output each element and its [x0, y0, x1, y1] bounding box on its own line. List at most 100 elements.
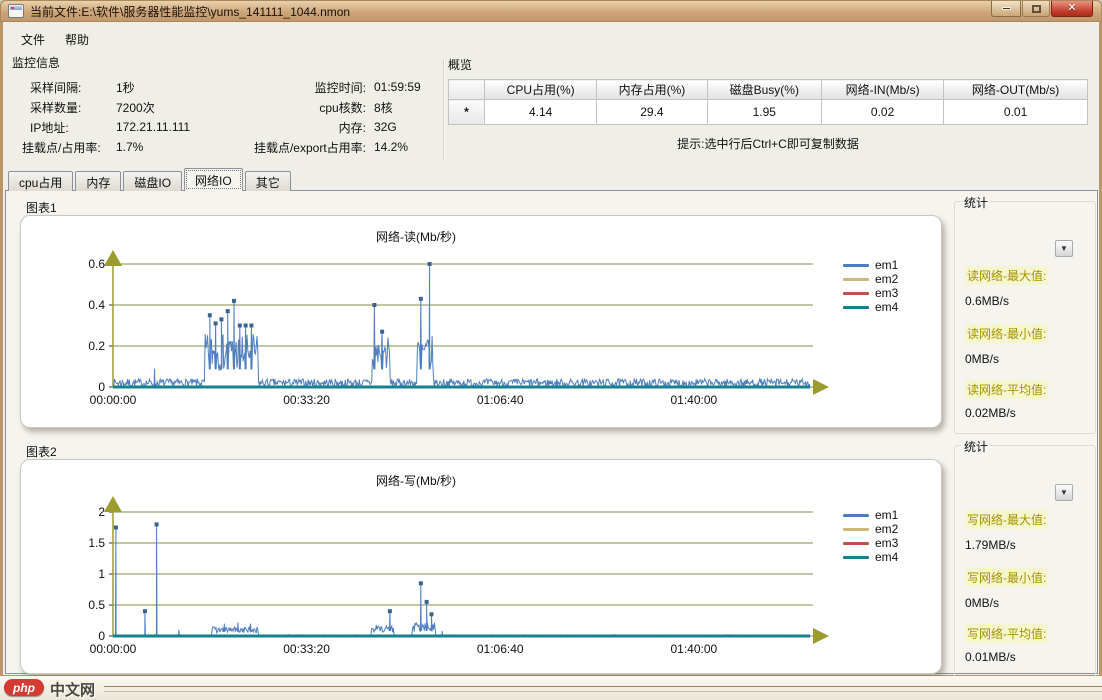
stats1-dropdown-button[interactable]: ▼: [1055, 240, 1073, 257]
tab-network-io[interactable]: 网络IO: [184, 168, 243, 191]
legend-line-em2-icon: [843, 278, 869, 281]
column-header[interactable]: CPU占用(%): [485, 80, 597, 100]
minimize-button[interactable]: [991, 1, 1021, 17]
svg-text:1.5: 1.5: [88, 536, 105, 550]
field-label: 监控时间:: [234, 79, 366, 96]
tab-disk-io[interactable]: 磁盘IO: [123, 171, 182, 191]
tab-cpu[interactable]: cpu占用: [8, 171, 73, 191]
legend-line-em1-icon: [843, 514, 869, 517]
svg-text:01:06:40: 01:06:40: [477, 393, 524, 407]
overview-title: 概览: [448, 56, 1094, 73]
column-header[interactable]: 网络-OUT(Mb/s): [944, 80, 1088, 100]
svg-text:01:40:00: 01:40:00: [670, 642, 717, 656]
row-marker: *: [449, 100, 485, 125]
corner-header-cell: [449, 80, 485, 100]
overview-data-row[interactable]: * 4.14 29.4 1.95 0.02 0.01: [449, 100, 1088, 125]
info-row: 采样间隔: 1秒 监控时间: 01:59:59: [12, 77, 444, 97]
stat-value: 0MB/s: [965, 596, 999, 610]
stat-label: 写网络-最小值:: [965, 568, 1048, 587]
monitor-info-title: 监控信息: [12, 54, 444, 71]
field-value: 1.7%: [116, 140, 234, 154]
rule-line: [104, 691, 1102, 692]
chart2-panel: 00.511.5200:00:0000:33:2001:06:4001:40:0…: [20, 459, 942, 674]
info-row: 挂载点/占用率: 1.7% 挂载点/export占用率: 14.2%: [12, 137, 444, 157]
svg-text:0.4: 0.4: [88, 298, 105, 312]
menu-bar: 文件 帮助: [11, 28, 99, 50]
close-icon: ✕: [1067, 3, 1076, 14]
svg-text:0.6: 0.6: [88, 257, 105, 271]
app-icon: [8, 4, 24, 18]
stat-label: 写网络-平均值:: [965, 624, 1048, 643]
column-header[interactable]: 磁盘Busy(%): [707, 80, 822, 100]
php-cn-watermark: php 中文网: [0, 676, 1102, 700]
field-label: 挂载点/export占用率:: [234, 139, 366, 156]
svg-text:1: 1: [98, 567, 105, 581]
read-stats-group: 统计 ▼ 读网络-最大值: 0.6MB/s 读网络-最小值: 0MB/s 读网络…: [954, 201, 1096, 434]
stats2-dropdown-button[interactable]: ▼: [1055, 484, 1073, 501]
network-read-chart: 00.20.40.600:00:0000:33:2001:06:4001:40:…: [21, 216, 941, 427]
field-label: IP地址:: [12, 119, 116, 136]
maximize-icon: [1032, 5, 1041, 13]
field-label: cpu核数:: [234, 99, 366, 116]
legend-line-em3-icon: [843, 292, 869, 295]
overview-group: 概览 CPU占用(%) 内存占用(%) 磁盘Busy(%) 网络-IN(Mb/s…: [448, 56, 1094, 168]
minimize-icon: [1002, 7, 1011, 10]
cell-cpu: 4.14: [485, 100, 597, 125]
svg-text:0.2: 0.2: [88, 339, 105, 353]
monitor-info-group: 监控信息 采样间隔: 1秒 监控时间: 01:59:59 采样数量: 7200次…: [12, 54, 444, 166]
cell-memory: 29.4: [597, 100, 707, 125]
field-value: 32G: [366, 120, 444, 134]
window-body: 文件 帮助 监控信息 采样间隔: 1秒 监控时间: 01:59:59 采样数量:…: [3, 22, 1099, 675]
cell-net-out: 0.01: [944, 100, 1088, 125]
stats2-title: 统计: [961, 438, 991, 455]
svg-text:00:33:20: 00:33:20: [283, 642, 330, 656]
network-io-tab-page: 图表1 0 0.2 0.4 0.6 00:00:00 00:33:20 01:06:40 01…: [5, 190, 1098, 674]
svg-text:00:00:00: 00:00:00: [90, 393, 137, 407]
field-value: 01:59:59: [366, 80, 444, 94]
close-button[interactable]: ✕: [1051, 1, 1093, 17]
stat-value: 0MB/s: [965, 352, 999, 366]
legend-label-em1: em1: [875, 258, 898, 272]
column-header[interactable]: 内存占用(%): [597, 80, 707, 100]
rule-line: [104, 686, 1102, 687]
svg-text:00:00:00: 00:00:00: [90, 642, 137, 656]
stat-value: 1.79MB/s: [965, 538, 1016, 552]
legend-label-em1: em1: [875, 508, 898, 522]
tab-strip: cpu占用 内存 磁盘IO 网络IO 其它: [8, 168, 293, 191]
legend-line-em2-icon: [843, 528, 869, 531]
title-bar[interactable]: 当前文件:E:\软件\服务器性能监控\yums_141111_1044.nmon…: [0, 0, 1102, 22]
field-label: 采样间隔:: [12, 79, 116, 96]
svg-text:0: 0: [98, 629, 105, 643]
menu-help[interactable]: 帮助: [55, 28, 99, 51]
column-header[interactable]: 网络-IN(Mb/s): [822, 80, 944, 100]
stat-label: 读网络-平均值:: [965, 380, 1048, 399]
legend-line-em3-icon: [843, 542, 869, 545]
window-title: 当前文件:E:\软件\服务器性能监控\yums_141111_1044.nmon: [30, 3, 990, 20]
chart1-legend: em1 em2 em3 em4: [843, 258, 898, 314]
cell-disk: 1.95: [707, 100, 822, 125]
legend-label-em4: em4: [875, 300, 898, 314]
php-logo: php: [4, 679, 44, 696]
svg-text:01:40:00: 01:40:00: [670, 393, 717, 407]
stat-label: 读网络-最大值:: [965, 266, 1048, 285]
chart1-label: 图表1: [26, 199, 57, 216]
chart2-label: 图表2: [26, 443, 57, 460]
stat-value: 0.02MB/s: [965, 406, 1016, 420]
tab-other[interactable]: 其它: [245, 171, 291, 191]
chart1-title: 网络-读(Mb/秒): [21, 228, 811, 245]
legend-label-em3: em3: [875, 286, 898, 300]
tab-memory[interactable]: 内存: [75, 171, 121, 191]
info-row: IP地址: 172.21.11.111 内存: 32G: [12, 117, 444, 137]
maximize-button[interactable]: [1022, 1, 1050, 17]
field-value: 14.2%: [366, 140, 444, 154]
field-label: 采样数量:: [12, 99, 116, 116]
field-label: 内存:: [234, 119, 366, 136]
copy-hint: 提示:选中行后Ctrl+C即可复制数据: [448, 135, 1088, 152]
field-value: 7200次: [116, 99, 234, 116]
app-window: 当前文件:E:\软件\服务器性能监控\yums_141111_1044.nmon…: [0, 0, 1102, 678]
chart1-panel: 00.20.40.600:00:0000:33:2001:06:4001:40:…: [20, 215, 942, 428]
info-row: 采样数量: 7200次 cpu核数: 8核: [12, 97, 444, 117]
svg-text:00:33:20: 00:33:20: [283, 393, 330, 407]
overview-table: CPU占用(%) 内存占用(%) 磁盘Busy(%) 网络-IN(Mb/s) 网…: [448, 79, 1088, 125]
menu-file[interactable]: 文件: [11, 28, 55, 51]
